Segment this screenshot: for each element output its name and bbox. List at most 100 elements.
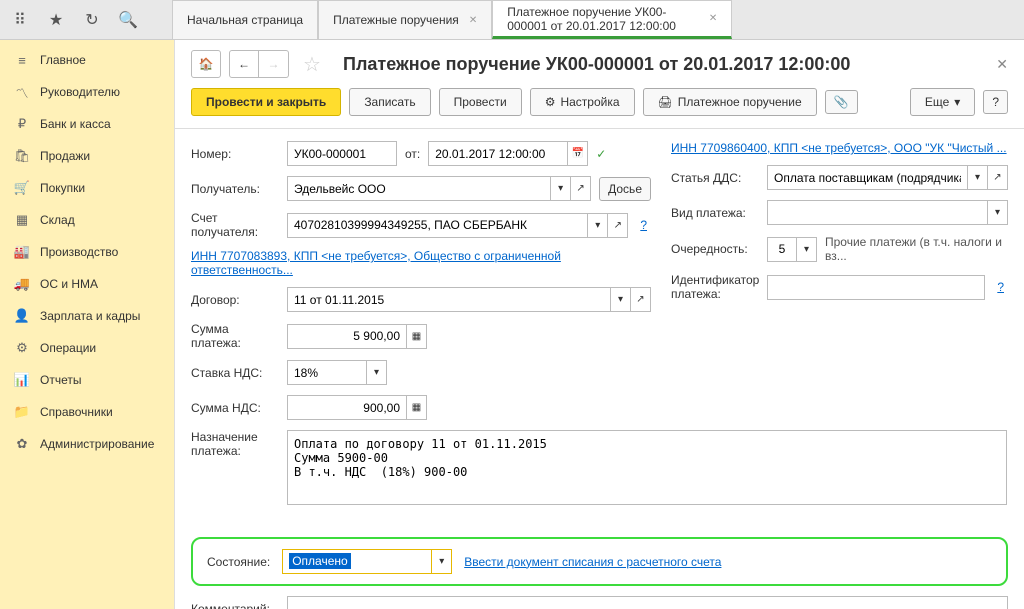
dropdown-icon[interactable]: ▾	[367, 360, 387, 385]
dropdown-icon[interactable]: ▾	[968, 165, 988, 190]
sum-input[interactable]	[287, 324, 407, 349]
identifier-label: Идентификатор платежа:	[671, 273, 759, 301]
history-icon[interactable]: ↻	[80, 8, 104, 32]
priority-label: Очередность:	[671, 242, 759, 256]
help-icon[interactable]: ?	[636, 218, 651, 232]
dds-input[interactable]	[767, 165, 968, 190]
sidebar-item-sales[interactable]: 🛍Продажи	[0, 140, 174, 172]
payment-type-input[interactable]	[767, 200, 988, 225]
post-button[interactable]: Провести	[439, 88, 522, 116]
comment-input[interactable]	[287, 596, 1008, 609]
sidebar-item-production[interactable]: 🏭 Производство	[0, 236, 174, 268]
sidebar-item-catalogs[interactable]: 📁Справочники	[0, 396, 174, 428]
dropdown-icon[interactable]: ▾	[797, 237, 817, 262]
home-button[interactable]: 🏠	[191, 50, 221, 78]
sidebar-label: Покупки	[40, 181, 85, 195]
more-button[interactable]: Еще ▾	[910, 88, 975, 116]
settings-button[interactable]: ⚙Настройка	[530, 88, 635, 116]
status-box: Состояние: Оплачено ▾ Ввести документ сп…	[191, 537, 1008, 586]
sidebar-item-salary[interactable]: 👤Зарплата и кадры	[0, 300, 174, 332]
status-label: Состояние:	[207, 555, 270, 569]
post-and-close-button[interactable]: Провести и закрыть	[191, 88, 341, 116]
open-icon[interactable]: ↗	[631, 287, 651, 312]
close-icon[interactable]: ✕	[469, 15, 477, 26]
priority-note: Прочие платежи (в т.ч. налоги и вз...	[825, 235, 1008, 263]
sidebar-label: Администрирование	[40, 437, 154, 451]
dossier-button[interactable]: Досье	[599, 177, 651, 201]
sidebar-item-reports[interactable]: 📊Отчеты	[0, 364, 174, 396]
account-label: Счет получателя:	[191, 211, 279, 239]
purpose-textarea[interactable]	[287, 430, 1007, 505]
sidebar-label: ОС и НМА	[40, 277, 98, 291]
chart-icon: 〽	[14, 84, 30, 100]
search-icon[interactable]: 🔍	[116, 8, 140, 32]
close-icon[interactable]: ✕	[709, 13, 717, 24]
status-link[interactable]: Ввести документ списания с расчетного сч…	[464, 555, 721, 569]
attachments-button[interactable]: 📎	[825, 90, 858, 114]
help-button[interactable]: ?	[983, 90, 1008, 114]
sidebar-item-main[interactable]: ≡Главное	[0, 44, 174, 76]
sidebar-item-purchases[interactable]: 🛒Покупки	[0, 172, 174, 204]
dropdown-icon[interactable]: ▾	[551, 176, 571, 201]
priority-input[interactable]	[767, 237, 797, 262]
vat-sum-input[interactable]	[287, 395, 407, 420]
tab-payments[interactable]: Платежные поручения ✕	[318, 0, 492, 39]
sidebar-label: Склад	[40, 213, 75, 227]
recipient-input[interactable]	[287, 176, 551, 201]
help-icon[interactable]: ?	[993, 280, 1008, 294]
chevron-down-icon: ▾	[954, 95, 960, 109]
sidebar-item-bank[interactable]: ₽Банк и касса	[0, 108, 174, 140]
status-select[interactable]: Оплачено	[282, 549, 432, 574]
sidebar-label: Отчеты	[40, 373, 81, 387]
status-icon: ✓	[596, 147, 606, 161]
favorite-button[interactable]: ☆	[297, 50, 327, 78]
calc-icon[interactable]: ▦	[407, 324, 427, 349]
calendar-icon[interactable]: 📅	[568, 141, 588, 166]
open-icon[interactable]: ↗	[988, 165, 1008, 190]
app-toolbar: ⠿ ★ ↻ 🔍 Начальная страница Платежные пор…	[0, 0, 1024, 40]
recipient-link[interactable]: ИНН 7707083893, КПП <не требуется>, Обще…	[191, 249, 651, 277]
open-icon[interactable]: ↗	[571, 176, 591, 201]
date-input[interactable]	[428, 141, 568, 166]
sidebar-item-operations[interactable]: ⚙Операции	[0, 332, 174, 364]
print-icon: 🖨	[658, 95, 673, 109]
dropdown-icon[interactable]: ▾	[588, 213, 608, 238]
sidebar-label: Банк и касса	[40, 117, 111, 131]
dropdown-icon[interactable]: ▾	[432, 549, 452, 574]
sidebar-label: Зарплата и кадры	[40, 309, 140, 323]
dropdown-icon[interactable]: ▾	[611, 287, 631, 312]
factory-icon: 🏭	[14, 244, 30, 260]
tab-payment-order[interactable]: Платежное поручение УК00-000001 от 20.01…	[492, 0, 732, 39]
star-icon[interactable]: ★	[44, 8, 68, 32]
contract-input[interactable]	[287, 287, 611, 312]
tab-label: Начальная страница	[187, 13, 303, 27]
close-icon[interactable]: ✕	[996, 56, 1008, 73]
button-label: Платежное поручение	[678, 95, 802, 109]
tab-home[interactable]: Начальная страница	[172, 0, 318, 39]
vat-rate-input[interactable]	[287, 360, 367, 385]
gear-icon: ⚙	[14, 340, 30, 356]
write-button[interactable]: Записать	[349, 88, 430, 116]
sidebar-item-assets[interactable]: 🚚ОС и НМА	[0, 268, 174, 300]
dropdown-icon[interactable]: ▾	[988, 200, 1008, 225]
content-area: 🏠 ← → ☆ Платежное поручение УК00-000001 …	[175, 40, 1024, 609]
payer-link[interactable]: ИНН 7709860400, КПП <не требуется>, ООО …	[671, 141, 1007, 155]
number-input[interactable]	[287, 141, 397, 166]
calc-icon[interactable]: ▦	[407, 395, 427, 420]
forward-button[interactable]: →	[259, 50, 289, 78]
settings-icon: ✿	[14, 436, 30, 452]
sidebar-label: Справочники	[40, 405, 113, 419]
sidebar-item-manager[interactable]: 〽Руководителю	[0, 76, 174, 108]
apps-icon[interactable]: ⠿	[8, 8, 32, 32]
account-input[interactable]	[287, 213, 588, 238]
back-button[interactable]: ←	[229, 50, 259, 78]
sidebar-label: Производство	[40, 245, 118, 259]
identifier-input[interactable]	[767, 275, 985, 300]
sidebar-item-warehouse[interactable]: ▦Склад	[0, 204, 174, 236]
purpose-label: Назначение платежа:	[191, 430, 279, 458]
sidebar-item-admin[interactable]: ✿ Администрирование	[0, 428, 174, 460]
number-label: Номер:	[191, 147, 279, 161]
open-icon[interactable]: ↗	[608, 213, 628, 238]
payment-order-button[interactable]: 🖨 Платежное поручение	[643, 88, 817, 116]
sum-label: Сумма платежа:	[191, 322, 279, 350]
